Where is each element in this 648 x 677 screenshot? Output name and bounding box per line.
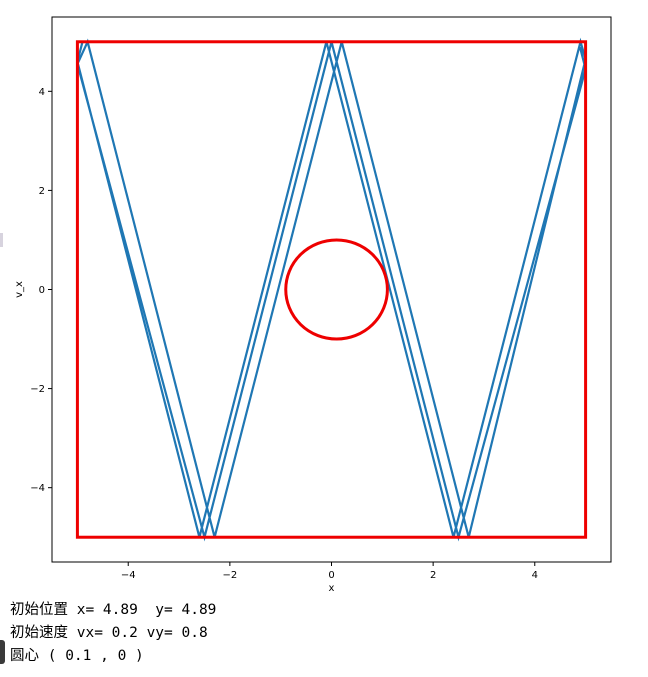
x-tick-label: −4 (121, 570, 136, 581)
x-tick-label: 2 (430, 570, 436, 581)
boundary-box (75, 40, 588, 539)
info-panel: 初始位置 x= 4.89 y= 4.89 初始速度 vx= 0.2 vy= 0.… (10, 599, 216, 668)
y-tick-label: 0 (39, 285, 45, 296)
x-tick-label: 0 (328, 570, 334, 581)
x-tick-label: −2 (222, 570, 237, 581)
initial-position-text: 初始位置 x= 4.89 y= 4.89 (10, 602, 217, 618)
y-axis-label: v_x (14, 281, 25, 298)
window-edge-handle (0, 640, 5, 664)
x-tick-label: 4 (532, 570, 538, 581)
y-tick-label: −4 (30, 483, 45, 494)
y-tick-label: −2 (30, 384, 45, 395)
obstacle-circle (284, 238, 389, 341)
initial-velocity-text: 初始速度 vx= 0.2 vy= 0.8 (10, 625, 208, 641)
x-axis-label: x (329, 583, 335, 594)
y-tick-label: 4 (39, 87, 45, 98)
trajectory-line-0 (76, 37, 587, 542)
y-tick-label: 2 (39, 186, 45, 197)
plot-area (51, 16, 612, 563)
chart: −4 −2 0 2 4 −4 −2 0 2 4 x v_x (14, 16, 612, 594)
circle-center-text: 圆心 ( 0.1 , 0 ) (10, 648, 144, 664)
